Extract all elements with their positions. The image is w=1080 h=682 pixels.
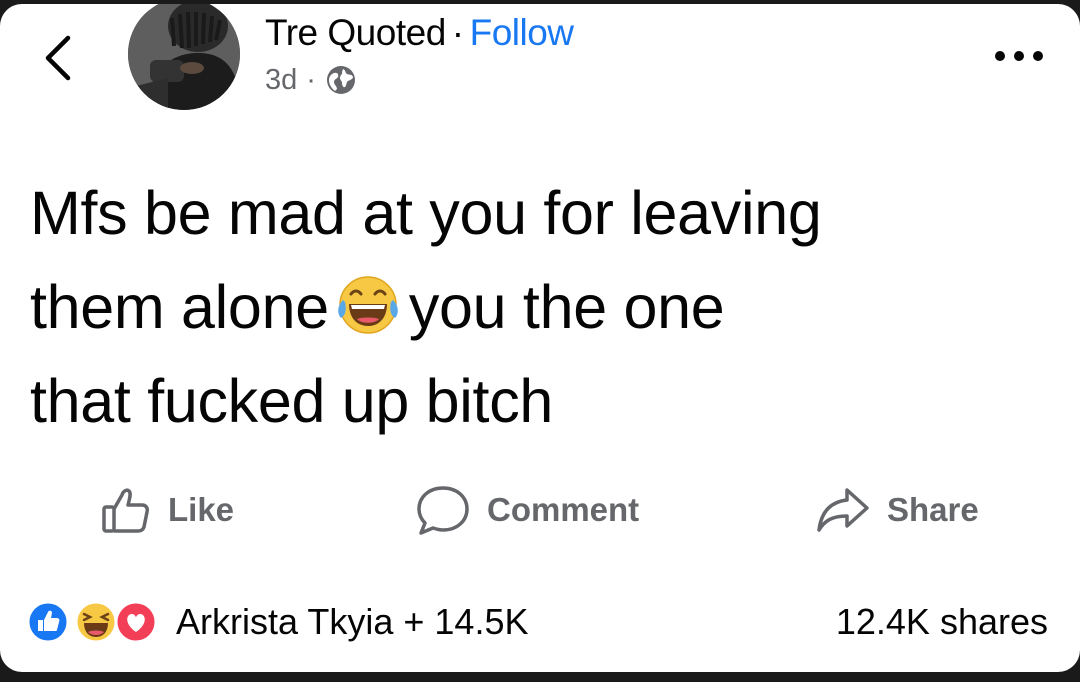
share-arrow-icon: [817, 488, 869, 532]
post-body: Mfs be mad at you for leaving them alone…: [30, 166, 1060, 448]
haha-reaction-icon: [74, 600, 118, 644]
follow-button[interactable]: Follow: [470, 12, 574, 53]
post-line-2: them alone you the one: [30, 260, 1060, 354]
action-bar: Like Comment Share: [0, 480, 1080, 540]
separator-dot: ·: [306, 64, 316, 96]
thumbs-up-icon: [102, 488, 149, 533]
post-card: Tre Quoted · Follow 3d · Mfs be mad at you…: [0, 4, 1080, 672]
globe-icon: [326, 66, 355, 94]
post-meta: 3d ·: [265, 60, 357, 100]
share-button[interactable]: Share: [815, 480, 979, 540]
share-label: Share: [887, 491, 979, 528]
like-reaction-icon: [26, 600, 70, 644]
chevron-left-icon[interactable]: [38, 32, 78, 84]
comment-bubble-icon: [417, 486, 469, 535]
reaction-icons[interactable]: [26, 600, 166, 644]
reactors-count[interactable]: Arkrista Tkyia + 14.5K: [176, 594, 528, 650]
comment-label: Comment: [487, 491, 640, 528]
comment-button[interactable]: Comment: [415, 480, 639, 540]
avatar[interactable]: [128, 4, 240, 110]
post-footer: Arkrista Tkyia + 14.5K 12.4K shares: [0, 594, 1080, 650]
post-line-3: that fucked up bitch: [30, 367, 554, 435]
love-reaction-icon: [114, 600, 158, 644]
like-button[interactable]: Like: [100, 480, 234, 540]
post-text-segment: them alone: [30, 273, 329, 341]
post-line-1: Mfs be mad at you for leaving: [30, 179, 822, 247]
more-horizontal-icon[interactable]: [992, 44, 1046, 68]
avatar-photo: [128, 4, 240, 110]
post-text-segment: you the one: [408, 273, 725, 341]
face-with-tears-of-joy-emoji: [338, 276, 398, 334]
separator-dot: ·: [451, 12, 464, 53]
shares-count[interactable]: 12.4K shares: [836, 594, 1048, 650]
author-name[interactable]: Tre Quoted: [265, 12, 446, 53]
like-label: Like: [168, 491, 235, 528]
timestamp[interactable]: 3d: [265, 60, 297, 100]
author-line: Tre Quoted · Follow: [265, 10, 574, 56]
